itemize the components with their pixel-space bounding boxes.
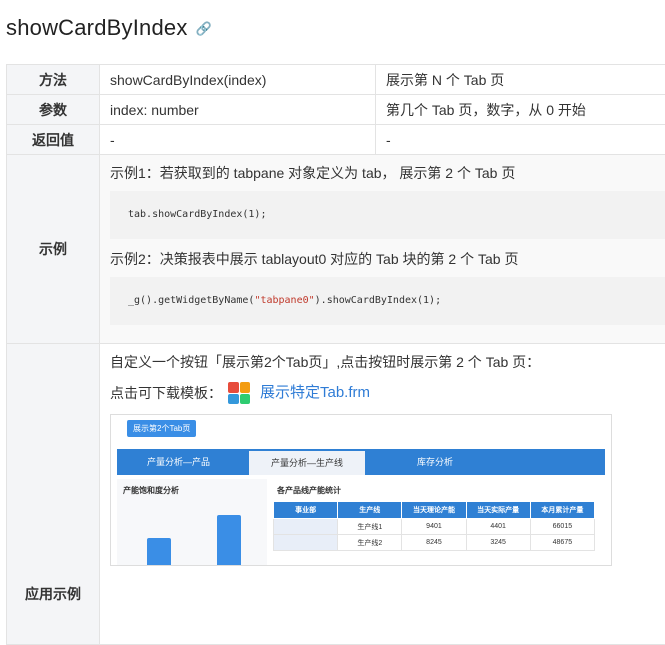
preview-tab-bar: 产量分析—产品 产量分析—生产线 库存分析 <box>117 449 605 475</box>
preview-table-header: 事业部 生产线 当天理论产能 当天实际产量 本月累计产量 <box>274 502 595 519</box>
cell <box>274 519 338 535</box>
cell <box>274 535 338 551</box>
preview-tab-active: 产量分析—生产线 <box>249 451 365 475</box>
preview-tab: 产量分析—产品 <box>147 449 210 475</box>
cell: 生产线2 <box>338 535 402 551</box>
preview-table-row: 生产线1 9401 4401 66015 <box>274 519 595 535</box>
row-label: 返回值 <box>7 125 100 155</box>
return-type: - <box>100 125 376 155</box>
preview-left-panel: 产能饱和度分析 <box>117 479 267 566</box>
preview-scrollbar <box>595 565 603 566</box>
cell: 4401 <box>466 519 530 535</box>
preview-image: 展示第2个Tab页 产量分析—产品 产量分析—生产线 库存分析 产能饱和度分析 … <box>110 414 612 566</box>
code-part: _g().getWidgetByName( <box>128 295 254 306</box>
download-prefix: 点击可下载模板： <box>110 380 222 406</box>
api-table: 方法 showCardByIndex(index) 展示第 N 个 Tab 页 … <box>6 64 665 645</box>
link-icon[interactable]: 🔗 <box>196 21 212 36</box>
cell: 48675 <box>530 535 594 551</box>
usage-text: 自定义一个按钮「展示第2个Tab页」,点击按钮时展示第 2 个 Tab 页： <box>110 352 665 372</box>
download-line: 点击可下载模板： 展示特定Tab.frm <box>110 380 665 406</box>
code-line: _g().getWidgetByName("tabpane0").showCar… <box>128 295 441 306</box>
code-line: tab.showCardByIndex(1); <box>128 209 266 220</box>
param-description: 第几个 Tab 页，数字，从 0 开始 <box>376 95 665 125</box>
preview-table: 事业部 生产线 当天理论产能 当天实际产量 本月累计产量 生产线1 9401 4… <box>273 501 595 551</box>
preview-left-title: 产能饱和度分析 <box>123 485 179 496</box>
preview-bar <box>147 538 171 566</box>
preview-tab: 库存分析 <box>417 449 453 475</box>
table-row: 应用示例 自定义一个按钮「展示第2个Tab页」,点击按钮时展示第 2 个 Tab… <box>7 344 665 645</box>
cell: 生产线1 <box>338 519 402 535</box>
param-signature: index: number <box>100 95 376 125</box>
page-title: showCardByIndex 🔗 <box>6 15 212 41</box>
example-1-text: 示例1：若获取到的 tabpane 对象定义为 tab， 展示第 2 个 Tab… <box>110 163 665 183</box>
preview-right-title: 各产品线产能统计 <box>277 485 341 496</box>
usage-cell: 自定义一个按钮「展示第2个Tab页」,点击按钮时展示第 2 个 Tab 页： 点… <box>100 344 665 645</box>
title-text: showCardByIndex <box>6 15 188 40</box>
cell: 66015 <box>530 519 594 535</box>
preview-right-panel: 各产品线产能统计 事业部 生产线 当天理论产能 当天实际产量 本月累计产量 生产… <box>273 479 605 566</box>
method-signature: showCardByIndex(index) <box>100 65 376 95</box>
code-string: "tabpane0" <box>254 295 314 306</box>
return-description: - <box>376 125 665 155</box>
frm-file-icon <box>228 382 250 404</box>
header-cell: 当天理论产能 <box>402 502 466 519</box>
preview-bar <box>217 515 241 566</box>
table-row: 方法 showCardByIndex(index) 展示第 N 个 Tab 页 <box>7 65 665 95</box>
method-description: 展示第 N 个 Tab 页 <box>376 65 665 95</box>
row-label: 示例 <box>7 155 100 344</box>
cell: 8245 <box>402 535 466 551</box>
example-cell: 示例1：若获取到的 tabpane 对象定义为 tab， 展示第 2 个 Tab… <box>100 155 665 344</box>
row-label: 方法 <box>7 65 100 95</box>
row-label: 应用示例 <box>7 344 100 645</box>
preview-button: 展示第2个Tab页 <box>127 420 196 437</box>
code-block[interactable]: tab.showCardByIndex(1); <box>110 191 665 239</box>
header-cell: 事业部 <box>274 502 338 519</box>
table-row: 参数 index: number 第几个 Tab 页，数字，从 0 开始 <box>7 95 665 125</box>
table-row: 返回值 - - <box>7 125 665 155</box>
row-label: 参数 <box>7 95 100 125</box>
example-2-text: 示例2：决策报表中展示 tablayout0 对应的 Tab 块的第 2 个 T… <box>110 249 665 269</box>
header-cell: 本月累计产量 <box>530 502 594 519</box>
header-cell: 生产线 <box>338 502 402 519</box>
code-block[interactable]: _g().getWidgetByName("tabpane0").showCar… <box>110 277 665 325</box>
header-cell: 当天实际产量 <box>466 502 530 519</box>
table-row: 示例 示例1：若获取到的 tabpane 对象定义为 tab， 展示第 2 个 … <box>7 155 665 344</box>
preview-table-row: 生产线2 8245 3245 48675 <box>274 535 595 551</box>
cell: 3245 <box>466 535 530 551</box>
code-part: ).showCardByIndex(1); <box>315 295 441 306</box>
cell: 9401 <box>402 519 466 535</box>
download-link[interactable]: 展示特定Tab.frm <box>260 380 370 406</box>
